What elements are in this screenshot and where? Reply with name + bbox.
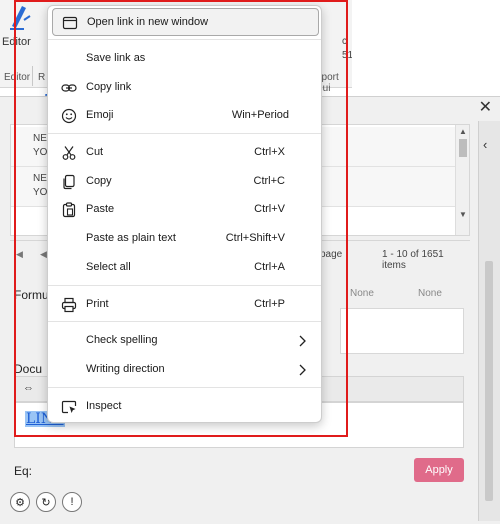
menu-item-emoji[interactable]: Emoji Win+Period <box>52 102 319 130</box>
side-scrollbar[interactable] <box>485 261 493 501</box>
menu-item-label: Copy link <box>86 81 132 93</box>
menu-item-paste[interactable]: Paste Ctrl+V <box>52 196 319 224</box>
menu-item-shortcut: Ctrl+X <box>254 146 285 158</box>
scroll-down-icon[interactable]: ▼ <box>459 210 467 219</box>
clipboard-icon <box>62 202 76 218</box>
scroll-thumb[interactable] <box>459 139 467 157</box>
menu-item-check-spelling[interactable]: Check spelling <box>52 327 319 355</box>
apply-button[interactable]: Apply <box>414 458 464 482</box>
eq-label: Eq: <box>14 464 33 478</box>
first-page-icon[interactable]: ◀ <box>16 249 23 260</box>
menu-item-label: Inspect <box>86 400 122 412</box>
pager-page-label: page <box>320 249 343 260</box>
menu-item-shortcut: Ctrl+V <box>254 203 285 215</box>
formula-input[interactable] <box>340 308 464 354</box>
menu-item-shortcut: Ctrl+A <box>254 261 285 273</box>
menu-item-copy-link[interactable]: Copy link <box>52 74 319 102</box>
context-menu: Open link in new window Save link as Cop… <box>47 5 322 423</box>
link-icon[interactable]: ⇔ <box>23 382 34 394</box>
ribbon-divider <box>32 66 33 86</box>
menu-item-label: Cut <box>86 146 104 158</box>
ribbon-group-fragment: R <box>38 72 46 83</box>
window-icon <box>62 16 78 30</box>
menu-item-shortcut: Ctrl+P <box>254 298 285 310</box>
menu-item-label: Open link in new window <box>87 16 209 28</box>
none-select-2[interactable]: None <box>418 288 442 299</box>
menu-item-paste-plain-text[interactable]: Paste as plain text Ctrl+Shift+V <box>52 225 319 253</box>
prev-page-icon[interactable]: ◀ <box>40 249 47 260</box>
formula-label: Formu <box>14 288 49 302</box>
bottom-toolbar: ⚙ ↻ ! <box>0 488 478 518</box>
scroll-up-icon[interactable]: ▲ <box>459 127 467 136</box>
menu-item-label: Copy <box>86 175 112 187</box>
menu-item-shortcut: Ctrl+Shift+V <box>225 232 285 244</box>
table-cell: NE <box>33 173 47 184</box>
menu-separator <box>48 387 321 388</box>
menu-item-save-link-as[interactable]: Save link as <box>52 45 319 73</box>
table-cell: NE <box>33 133 47 144</box>
link-icon <box>61 84 77 92</box>
printer-icon <box>61 297 77 313</box>
refresh-icon[interactable]: ↻ <box>36 492 56 512</box>
close-icon[interactable]: ✕ <box>479 97 492 117</box>
menu-separator <box>48 285 321 286</box>
editor-group-label: Editor <box>4 72 31 83</box>
menu-item-label: Writing direction <box>86 363 165 375</box>
menu-item-print[interactable]: Print Ctrl+P <box>52 291 319 319</box>
panel-side-rail: ‹ <box>478 121 500 521</box>
menu-item-label: Paste as plain text <box>86 232 176 244</box>
ribbon-fragment-c: c <box>342 36 347 47</box>
menu-item-cut[interactable]: Cut Ctrl+X <box>52 139 319 167</box>
menu-separator <box>48 39 321 40</box>
menu-separator <box>48 321 321 322</box>
none-select-1[interactable]: None <box>350 288 374 299</box>
inspect-icon <box>61 400 77 414</box>
pager-items-count: 1 - 10 of 1651 items <box>382 249 444 271</box>
chevron-right-icon <box>299 335 306 347</box>
menu-item-label: Select all <box>86 261 131 273</box>
menu-item-label: Check spelling <box>86 334 158 346</box>
menu-separator <box>48 133 321 134</box>
copy-icon <box>63 174 75 190</box>
editor-button-label[interactable]: Editor <box>2 36 31 48</box>
menu-item-shortcut: Ctrl+C <box>253 175 285 187</box>
menu-item-label: Paste <box>86 203 115 215</box>
alert-icon[interactable]: ! <box>62 492 82 512</box>
chevron-left-icon[interactable]: ‹ <box>483 137 487 152</box>
table-cell: YO <box>33 147 48 158</box>
table-cell: YO <box>33 187 48 198</box>
menu-item-writing-direction[interactable]: Writing direction <box>52 356 319 384</box>
scissors-icon <box>62 146 76 160</box>
pen-icon[interactable] <box>6 2 32 32</box>
menu-item-select-all[interactable]: Select all Ctrl+A <box>52 254 319 282</box>
chevron-right-icon <box>299 364 306 376</box>
grid-scrollbar[interactable]: ▲ ▼ <box>455 125 469 235</box>
document-label: Docu <box>14 362 43 376</box>
menu-item-label: Save link as <box>86 52 146 64</box>
emoji-icon <box>61 108 77 124</box>
menu-item-inspect[interactable]: Inspect <box>52 393 319 421</box>
menu-item-label: Print <box>86 298 109 310</box>
menu-item-open-link-new-window[interactable]: Open link in new window <box>52 8 319 36</box>
menu-item-copy[interactable]: Copy Ctrl+C <box>52 168 319 196</box>
menu-item-label: Emoji <box>86 109 114 121</box>
menu-item-shortcut: Win+Period <box>231 109 289 121</box>
ribbon-blank <box>352 0 500 88</box>
gear-icon[interactable]: ⚙ <box>10 492 30 512</box>
